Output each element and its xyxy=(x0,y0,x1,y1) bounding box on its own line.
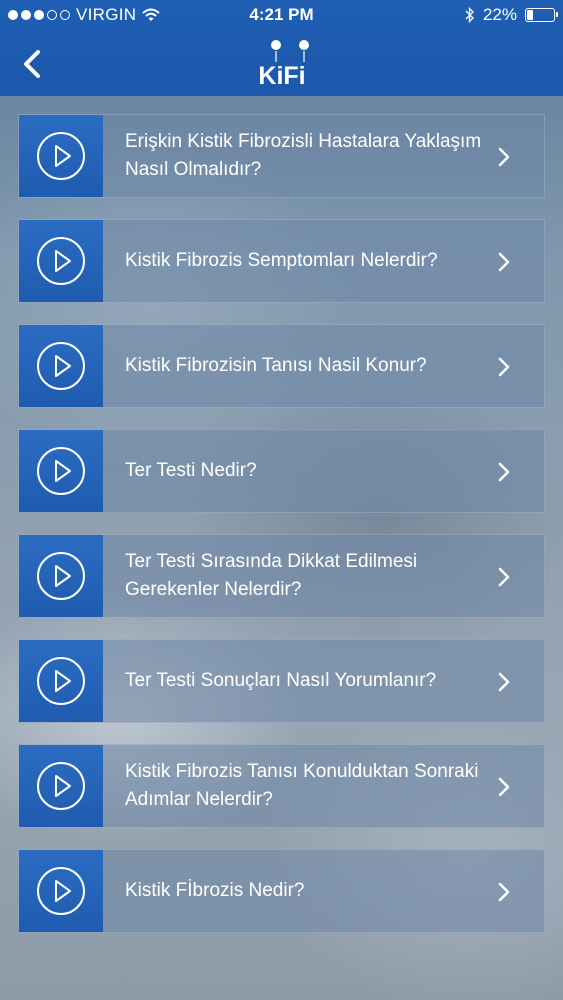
video-thumbnail xyxy=(19,115,103,197)
back-button[interactable] xyxy=(18,44,50,84)
chevron-right-icon xyxy=(498,252,510,272)
chevron-right-icon xyxy=(498,462,510,482)
video-list-item[interactable]: Kistik Fibrozis Tanısı Konulduktan Sonra… xyxy=(18,744,545,828)
app-header: VIRGIN 4:21 PM 22% KiFi xyxy=(0,0,563,96)
video-title: Ter Testi Nedir? xyxy=(125,460,257,481)
video-thumbnail xyxy=(19,220,103,302)
battery-icon xyxy=(525,8,558,22)
battery-percent: 22% xyxy=(482,5,517,24)
video-list-item[interactable]: Kistik Fİbrozis Nedir? xyxy=(18,849,545,933)
video-list-item[interactable]: Erişkin Kistik Fibrozisli Hastalara Yakl… xyxy=(18,114,545,198)
chevron-right-icon xyxy=(498,882,510,902)
chevron-right-icon xyxy=(498,567,510,587)
chevron-right-icon xyxy=(498,672,510,692)
play-circle-icon xyxy=(37,867,85,915)
video-thumbnail xyxy=(19,850,103,932)
video-title: Ter Testi Sonuçları Nasıl Yorumlanır? xyxy=(125,670,437,691)
kifi-logo: KiFi xyxy=(250,38,314,90)
logo-text: KiFi xyxy=(258,62,305,88)
play-circle-icon xyxy=(37,132,85,180)
video-list-item[interactable]: Ter Testi Sırasında Dikkat Edilmesi Gere… xyxy=(18,534,545,618)
play-circle-icon xyxy=(37,762,85,810)
video-thumbnail xyxy=(19,325,103,407)
bluetooth-icon xyxy=(465,7,474,23)
video-list-item[interactable]: Ter Testi Sonuçları Nasıl Yorumlanır? xyxy=(18,639,545,723)
chevron-left-icon xyxy=(24,50,40,78)
video-title: Kistik Fibrozis Tanısı Konulduktan Sonra… xyxy=(125,761,479,810)
status-bar: VIRGIN 4:21 PM 22% xyxy=(0,0,563,32)
video-list-item[interactable]: Kistik Fibrozisin Tanısı Nasil Konur? xyxy=(18,324,545,408)
video-title: Kistik Fibrozisin Tanısı Nasil Konur? xyxy=(125,355,427,376)
chevron-right-icon xyxy=(498,777,510,797)
battery-fill xyxy=(527,10,533,20)
video-thumbnail xyxy=(19,640,103,722)
status-right: 22% xyxy=(465,5,558,25)
video-title: Ter Testi Sırasında Dikkat Edilmesi Gere… xyxy=(125,551,418,600)
video-thumbnail xyxy=(19,535,103,617)
play-circle-icon xyxy=(37,447,85,495)
chevron-right-icon xyxy=(498,147,510,167)
play-circle-icon xyxy=(37,552,85,600)
video-list: Erişkin Kistik Fibrozisli Hastalara Yakl… xyxy=(18,114,545,954)
video-title: Kistik Fİbrozis Nedir? xyxy=(125,880,305,901)
play-circle-icon xyxy=(37,237,85,285)
video-thumbnail xyxy=(19,745,103,827)
video-title: Kistik Fibrozis Semptomları Nelerdir? xyxy=(125,250,438,271)
video-list-item[interactable]: Ter Testi Nedir? xyxy=(18,429,545,513)
play-circle-icon xyxy=(37,657,85,705)
video-title: Erişkin Kistik Fibrozisli Hastalara Yakl… xyxy=(125,131,482,180)
video-thumbnail xyxy=(19,430,103,512)
video-list-item[interactable]: Kistik Fibrozis Semptomları Nelerdir? xyxy=(18,219,545,303)
chevron-right-icon xyxy=(498,357,510,377)
play-circle-icon xyxy=(37,342,85,390)
